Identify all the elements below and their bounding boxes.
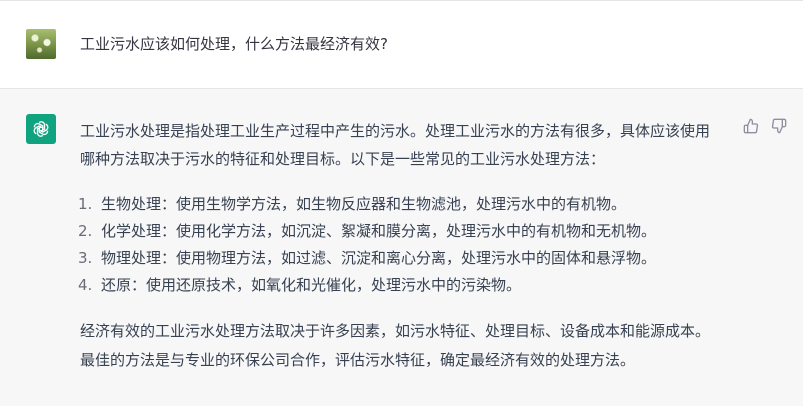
user-message-text: 工业污水应该如何处理，什么方法最经济有效?	[80, 35, 388, 53]
assistant-message-content: 工业污水处理是指处理工业生产过程中产生的污水。处理工业污水的方法有很多，具体应该…	[78, 117, 720, 375]
user-message-row: 工业污水应该如何处理，什么方法最经济有效?	[0, 1, 803, 89]
assistant-intro-paragraph: 工业污水处理是指处理工业生产过程中产生的污水。处理工业污水的方法有很多，具体应该…	[80, 122, 711, 168]
assistant-avatar	[26, 114, 56, 144]
list-item: 3. 物理处理：使用物理方法，如过滤、沉淀和离心分离，处理污水中的固体和悬浮物。	[78, 245, 720, 272]
feedback-buttons	[743, 118, 787, 134]
user-avatar	[26, 29, 56, 59]
list-item: 4. 还原：使用还原技术，如氧化和光催化，处理污水中的污染物。	[78, 272, 720, 299]
list-item-text: 化学处理：使用化学方法，如沉淀、絮凝和膜分离，处理污水中的有机物和无机物。	[101, 222, 657, 240]
list-item-number: 2.	[78, 222, 93, 240]
thumbs-up-icon[interactable]	[743, 118, 759, 134]
list-item-text: 生物处理：使用生物学方法，如生物反应器和生物滤池，处理污水中的有机物。	[101, 195, 627, 213]
list-item-number: 3.	[78, 249, 93, 267]
list-item-text: 物理处理：使用物理方法，如过滤、沉淀和离心分离，处理污水中的固体和悬浮物。	[101, 249, 657, 267]
list-item: 2. 化学处理：使用化学方法，如沉淀、絮凝和膜分离，处理污水中的有机物和无机物。	[78, 218, 720, 245]
list-item-text: 还原：使用还原技术，如氧化和光催化，处理污水中的污染物。	[101, 276, 522, 294]
methods-list: 1. 生物处理：使用生物学方法，如生物反应器和生物滤池，处理污水中的有机物。 2.…	[78, 191, 720, 299]
assistant-conclusion-paragraph: 经济有效的工业污水处理方法取决于许多因素，如污水特征、处理目标、设备成本和能源成…	[80, 322, 711, 369]
list-item-number: 4.	[78, 276, 93, 294]
openai-logo-icon	[33, 121, 49, 137]
thumbs-down-icon[interactable]	[771, 118, 787, 134]
list-item: 1. 生物处理：使用生物学方法，如生物反应器和生物滤池，处理污水中的有机物。	[78, 191, 720, 218]
list-item-number: 1.	[78, 195, 93, 213]
